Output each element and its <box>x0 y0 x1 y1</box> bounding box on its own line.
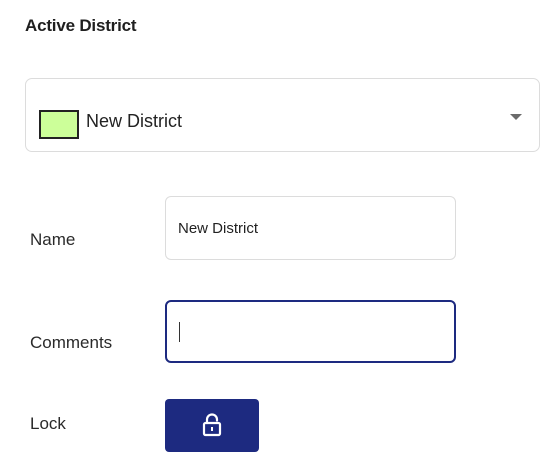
name-input[interactable] <box>165 196 456 260</box>
comments-label: Comments <box>30 333 113 352</box>
section-title: Active District <box>25 16 137 35</box>
unlock-icon <box>202 413 222 437</box>
active-district-panel: Active District New District Name Commen… <box>0 0 560 462</box>
district-color-swatch <box>39 110 79 139</box>
comments-input[interactable] <box>165 300 456 363</box>
text-cursor <box>179 322 180 342</box>
lock-toggle-button[interactable] <box>165 399 259 452</box>
name-label: Name <box>30 230 76 249</box>
chevron-down-icon[interactable] <box>510 114 522 120</box>
district-select-value: New District <box>86 111 183 131</box>
lock-label: Lock <box>30 414 66 433</box>
district-select[interactable]: New District <box>25 78 540 152</box>
